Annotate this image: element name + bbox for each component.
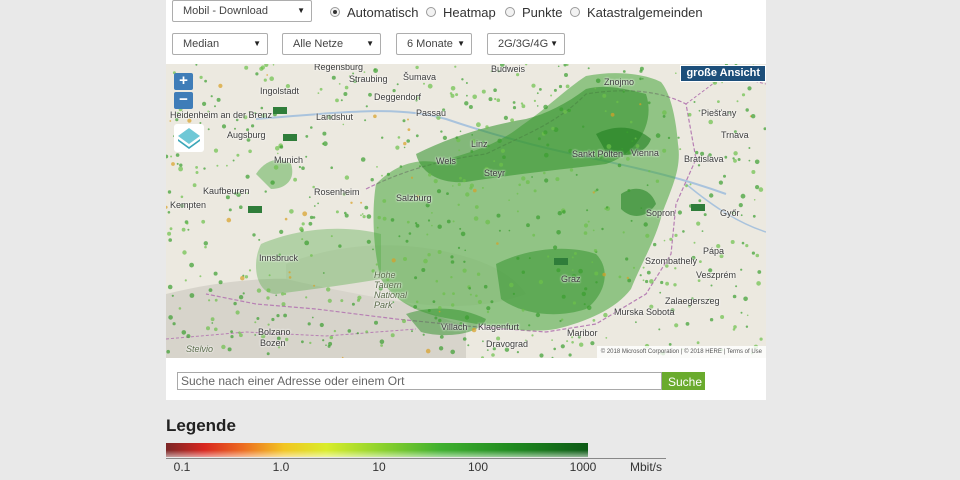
legend-tick: 100 — [467, 460, 489, 474]
period-select-value: 6 Monate — [407, 38, 453, 50]
map-label: Passau — [416, 108, 447, 118]
map-label: Pápa — [703, 246, 725, 256]
map-label: Murska Sobota — [614, 307, 675, 317]
map-label: Győr — [720, 208, 740, 218]
map-label: Munich — [274, 155, 304, 165]
mode-select-value: Mobil - Download — [183, 5, 268, 17]
coverage-map[interactable]: Regensburg Straubing Šumava Budweis Znoj… — [166, 64, 766, 358]
map-label: Graz — [561, 274, 581, 284]
technology-select[interactable]: 2G/3G/4G ▼ — [487, 33, 565, 55]
layers-icon — [178, 128, 200, 149]
layers-button[interactable] — [174, 124, 204, 152]
radio-heatmap[interactable]: Heatmap — [426, 4, 496, 20]
technology-select-value: 2G/3G/4G — [498, 38, 549, 50]
radio-label: Heatmap — [443, 4, 496, 20]
map-label: Salzburg — [396, 193, 432, 203]
map-label: Hohe Tauern National Park — [374, 270, 408, 310]
search-button[interactable]: Suche — [662, 372, 705, 390]
network-select[interactable]: Alle Netze ▼ — [282, 33, 381, 55]
radio-automatisch[interactable]: Automatisch — [330, 4, 419, 20]
map-label: Bolzano — [258, 327, 291, 337]
statistic-select[interactable]: Median ▼ — [172, 33, 268, 55]
map-label: Wels — [436, 156, 456, 166]
map-label: Maribor — [567, 328, 598, 338]
map-label: Steyr — [484, 168, 506, 178]
map-label: Stelvio — [186, 344, 214, 354]
fullscreen-view-button[interactable]: große Ansicht — [680, 65, 766, 82]
map-label: Sopron — [646, 208, 676, 218]
map-label: Villach — [441, 322, 468, 332]
map-label: Innsbruck — [259, 253, 299, 263]
chevron-down-icon: ▼ — [253, 39, 261, 48]
radio-button-icon — [330, 7, 340, 17]
address-search-input[interactable] — [177, 372, 662, 390]
legend-title: Legende — [166, 416, 236, 435]
map-label: Trnava — [721, 130, 749, 140]
plus-icon: + — [179, 72, 188, 89]
legend-tick: 1.0 — [272, 460, 290, 474]
map-label: Bozen — [260, 338, 286, 348]
legend-axis-line — [166, 458, 666, 459]
map-label: Zalaegerszeg — [665, 296, 720, 306]
map-attribution-text: © 2018 Microsoft Corporation | © 2018 HE… — [600, 349, 762, 355]
period-select[interactable]: 6 Monate ▼ — [396, 33, 472, 55]
radio-button-icon — [570, 7, 580, 17]
mode-select[interactable]: Mobil - Download ▼ — [172, 0, 312, 22]
map-label: Klagenfurt — [478, 322, 520, 332]
network-select-value: Alle Netze — [293, 38, 344, 50]
statistic-select-value: Median — [183, 38, 220, 50]
radio-button-icon — [426, 7, 436, 17]
map-label: Szombathely — [645, 256, 698, 266]
legend-unit: Mbit/s — [630, 460, 663, 474]
map-label: Augsburg — [227, 130, 266, 140]
map-label: Budweis — [491, 64, 526, 74]
map-label: Kaufbeuren — [203, 186, 250, 196]
map-label: Veszprém — [696, 270, 737, 280]
map-label: Straubing — [349, 74, 388, 84]
minus-icon: − — [179, 91, 188, 108]
map-attribution: © 2018 Microsoft Corporation | © 2018 HE… — [596, 346, 766, 358]
radio-label: Automatisch — [347, 4, 419, 20]
fullscreen-view-label: große Ansicht — [686, 67, 760, 79]
map-label: Deggendorf — [374, 92, 422, 102]
map-label: Ingolstadt — [260, 86, 300, 96]
map-label: Rosenheim — [314, 187, 360, 197]
legend-tick: 10 — [372, 460, 386, 474]
chevron-down-icon: ▼ — [550, 39, 558, 48]
chevron-down-icon: ▼ — [366, 39, 374, 48]
map-label: Bratislava — [684, 154, 724, 164]
chevron-down-icon: ▼ — [457, 39, 465, 48]
search-button-label: Suche — [668, 375, 703, 389]
zoom-in-button[interactable]: + — [174, 73, 193, 90]
map-label: Landshut — [316, 112, 354, 122]
map-label: Linz — [471, 139, 488, 149]
map-label: Regensburg — [314, 64, 364, 72]
speed-color-scale — [166, 443, 588, 457]
map-label: Šumava — [403, 72, 437, 82]
radio-label: Katastralgemeinden — [587, 4, 703, 20]
map-label: Znojmo — [604, 77, 635, 87]
radio-punkte[interactable]: Punkte — [505, 4, 562, 20]
map-label: Piešťany — [701, 108, 737, 118]
map-canvas[interactable] — [166, 64, 766, 358]
radio-katastralgemeinden[interactable]: Katastralgemeinden — [570, 4, 703, 20]
map-label: Kempten — [170, 200, 207, 210]
radio-button-icon — [505, 7, 515, 17]
map-label: Heidenheim an der Brenz — [170, 110, 273, 120]
map-label: Sankt Pölten — [572, 149, 624, 159]
legend-tick: 0.1 — [173, 460, 191, 474]
zoom-out-button[interactable]: − — [174, 92, 193, 109]
legend-tick: 1000 — [569, 460, 597, 474]
map-label: Vienna — [631, 148, 659, 158]
chevron-down-icon: ▼ — [297, 6, 305, 15]
radio-label: Punkte — [522, 4, 563, 20]
map-label: Dravograd — [486, 339, 529, 349]
